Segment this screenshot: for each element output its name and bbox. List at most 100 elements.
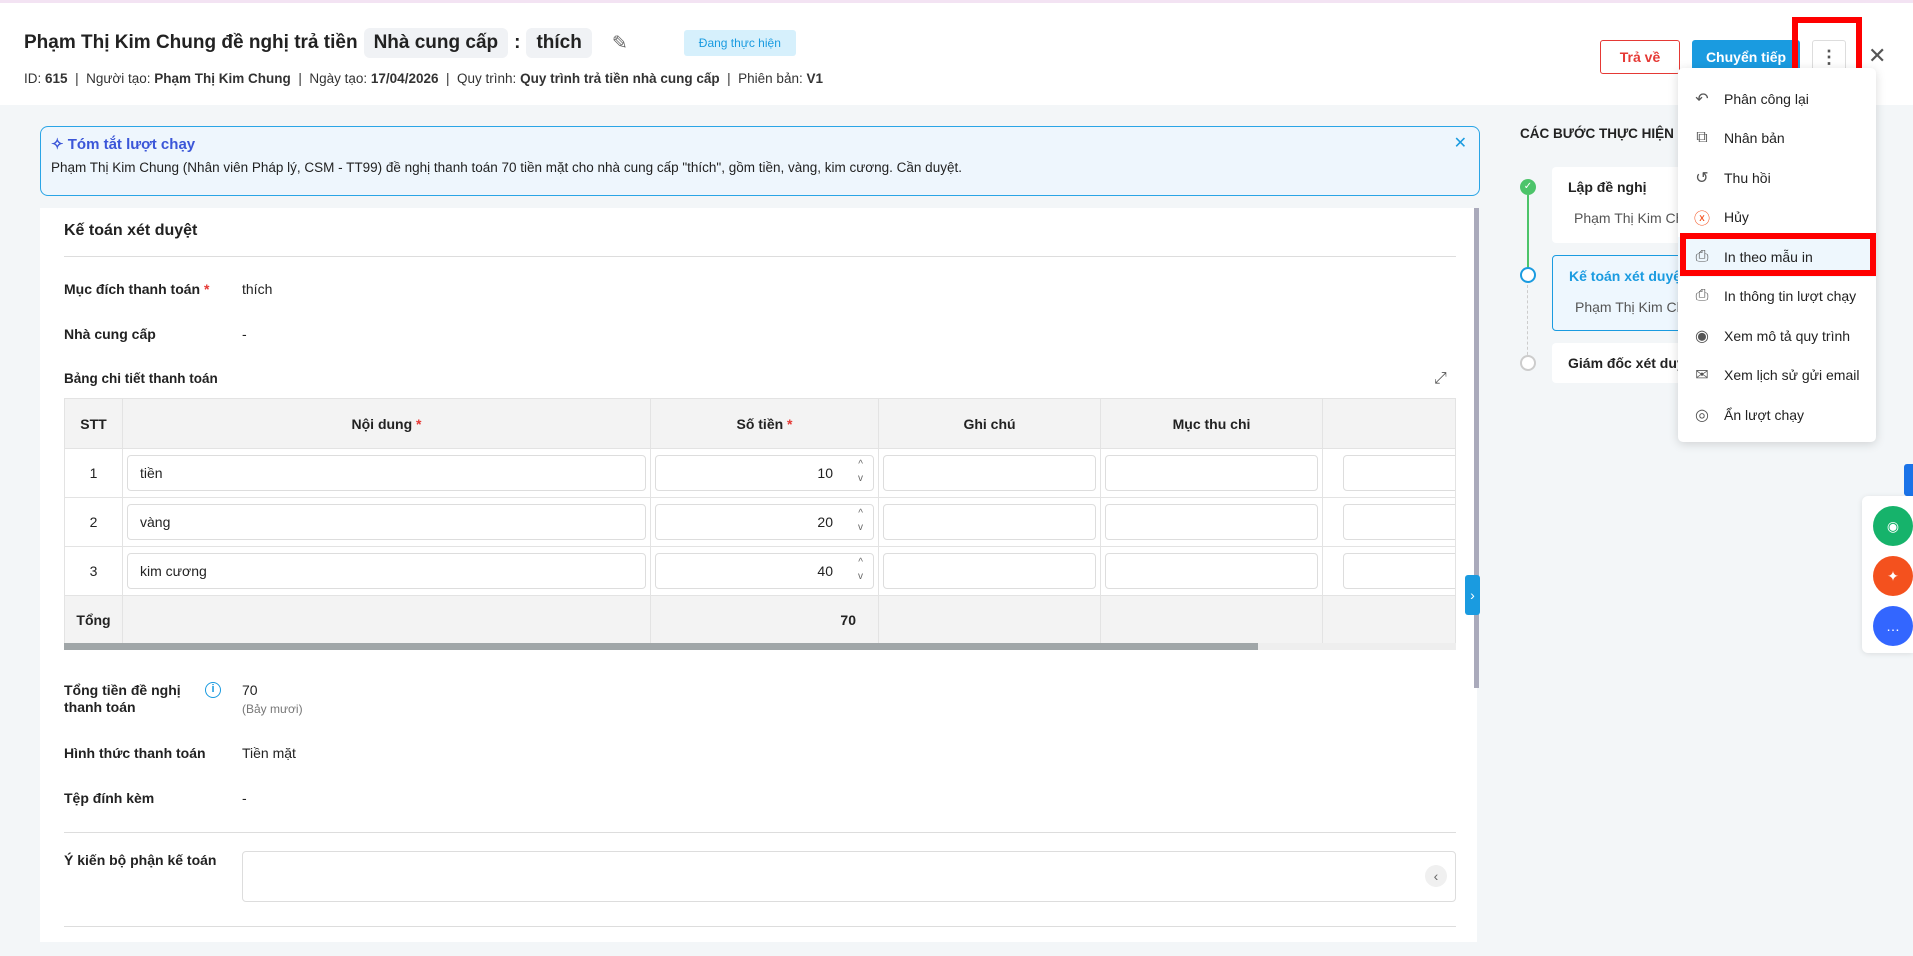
expand-icon[interactable]: ⤢ — [1434, 370, 1447, 388]
stepper-icon[interactable]: ^ v — [858, 458, 863, 486]
row-number: 2 — [64, 497, 123, 547]
opinion-label: Ý kiến bộ phận kế toán — [64, 852, 217, 868]
extra-input[interactable] — [1343, 455, 1455, 491]
stepper-icon[interactable]: ^ v — [858, 556, 863, 584]
print-icon: ⎙ — [1695, 287, 1709, 305]
page-header: Phạm Thị Kim Chung đề nghị trả tiền Nhà … — [0, 0, 1913, 105]
stepper-icon[interactable]: ^ v — [858, 507, 863, 535]
title-text: Phạm Thị Kim Chung đề nghị trả tiền — [24, 32, 358, 53]
info-icon[interactable]: i — [205, 682, 221, 698]
payment-method-label: Hình thức thanh toán — [64, 745, 206, 761]
eye-icon: ◉ — [1695, 327, 1709, 345]
summary-title: Tóm tắt lượt chạy — [67, 136, 196, 153]
sparkle-icon: ✧ — [51, 136, 64, 153]
row-number: 3 — [64, 546, 123, 596]
amount-input[interactable]: 20 ^ v — [655, 504, 874, 540]
close-summary-icon[interactable]: ✕ — [1454, 133, 1467, 153]
purpose-label: Mục đích thanh toán * — [64, 281, 210, 297]
chat-icon[interactable]: … — [1873, 606, 1913, 646]
category-input[interactable] — [1105, 455, 1318, 491]
step-card[interactable]: Giám đốc xét duyệt — [1552, 343, 1682, 383]
hide-icon: ◎ — [1695, 406, 1709, 424]
menu-item-hide-run[interactable]: ◎ Ẩn lượt chạy — [1678, 395, 1876, 435]
reassign-icon: ↶ — [1695, 90, 1709, 108]
step-current-icon — [1520, 267, 1536, 283]
divider — [64, 832, 1456, 833]
attachment-value: - — [242, 790, 247, 806]
column-header: STT — [64, 398, 123, 449]
title-colon: : — [514, 32, 521, 53]
menu-item-view-process[interactable]: ◉ Xem mô tả quy trình — [1678, 316, 1876, 356]
category-input[interactable] — [1105, 504, 1318, 540]
timeline-line — [1527, 285, 1528, 360]
summary-text: Phạm Thị Kim Chung (Nhân viên Pháp lý, C… — [51, 160, 962, 175]
bot-icon[interactable]: ◉ — [1873, 506, 1913, 546]
cancel-icon: ⓧ — [1693, 211, 1710, 229]
total-amount-words: (Bảy mươi) — [242, 702, 303, 716]
menu-item-revoke[interactable]: ↺ Thu hồi — [1678, 158, 1876, 198]
edit-pencil-icon[interactable]: ✎ — [612, 32, 628, 55]
menu-item-reassign[interactable]: ↶ Phân công lại — [1678, 79, 1876, 119]
table-row: 3 kim cương 40 ^ v — [64, 546, 1456, 596]
column-header — [1322, 398, 1456, 449]
category-input[interactable] — [1105, 553, 1318, 589]
meta-line: ID: 615 | Người tạo: Phạm Thị Kim Chung … — [24, 71, 823, 86]
step-pending-icon — [1520, 355, 1536, 371]
extra-input[interactable] — [1343, 504, 1455, 540]
supplier-value: - — [242, 326, 247, 342]
floating-widgets: ◉ ✦ … — [1862, 496, 1913, 653]
title-chip-field: Nhà cung cấp — [363, 28, 509, 58]
attachment-label: Tệp đính kèm — [64, 790, 155, 806]
timeline-line — [1527, 195, 1529, 275]
menu-item-duplicate[interactable]: ⧉ Nhân bản — [1678, 119, 1876, 159]
row-number: 1 — [64, 448, 123, 498]
close-icon[interactable]: ✕ — [1868, 43, 1886, 69]
divider — [64, 256, 1456, 257]
side-panel-tab[interactable] — [1904, 464, 1913, 496]
step-card[interactable]: Lập đề nghị Phạm Thị Kim Chung — [1552, 167, 1682, 243]
extra-input[interactable] — [1343, 553, 1455, 589]
divider — [64, 926, 1456, 927]
note-input[interactable] — [883, 455, 1096, 491]
table-horizontal-scrollbar[interactable] — [64, 643, 1456, 650]
note-input[interactable] — [883, 553, 1096, 589]
note-input[interactable] — [883, 504, 1096, 540]
status-badge: Đang thực hiện — [683, 30, 796, 56]
step-done-icon: ✓ — [1520, 179, 1536, 195]
duplicate-icon: ⧉ — [1696, 129, 1708, 147]
title-chip-value: thích — [526, 28, 592, 58]
collapse-panel-toggle[interactable]: › — [1465, 575, 1480, 615]
table-row: 2 vàng 20 ^ v — [64, 497, 1456, 547]
table-row: 1 tiền 10 ^ v — [64, 448, 1456, 498]
run-summary: ✧ Tóm tắt lượt chạy Phạm Thị Kim Chung (… — [40, 126, 1480, 196]
ai-sparkle-icon[interactable]: ✦ — [1873, 556, 1913, 596]
total-amount-label: Tổng tiền đề nghị thanh toán — [64, 682, 181, 715]
amount-input[interactable]: 10 ^ v — [655, 455, 874, 491]
payment-detail-table: STT Nội dung * Số tiền * Ghi chú Mục thu… — [64, 398, 1456, 644]
content-input[interactable]: vàng — [127, 504, 646, 540]
column-header: Mục thu chi — [1100, 398, 1323, 449]
page-title: Phạm Thị Kim Chung đề nghị trả tiền Nhà … — [24, 28, 796, 58]
chevron-left-icon[interactable]: ‹ — [1425, 865, 1447, 887]
scrollbar[interactable] — [1474, 208, 1479, 688]
section-title: Kế toán xét duyệt — [64, 222, 198, 239]
table-title: Bảng chi tiết thanh toán — [64, 371, 218, 386]
content-input[interactable]: kim cương — [127, 553, 646, 589]
menu-item-cancel[interactable]: ⓧ Hủy — [1678, 198, 1876, 238]
column-header: Số tiền * — [650, 398, 879, 449]
payment-method-value: Tiền mặt — [242, 745, 296, 761]
content-input[interactable]: tiền — [127, 455, 646, 491]
total-value: 70 — [650, 595, 879, 644]
menu-item-print-run-info[interactable]: ⎙ In thông tin lượt chạy — [1678, 277, 1876, 317]
return-button[interactable]: Trả về — [1600, 40, 1680, 74]
amount-input[interactable]: 40 ^ v — [655, 553, 874, 589]
revoke-icon: ↺ — [1695, 169, 1709, 187]
total-label: Tổng — [64, 595, 123, 644]
supplier-label: Nhà cung cấp — [64, 326, 156, 342]
steps-title: CÁC BƯỚC THỰC HIỆN — [1520, 126, 1674, 141]
opinion-textarea[interactable]: ‹ — [242, 851, 1456, 902]
table-header-row: STT Nội dung * Số tiền * Ghi chú Mục thu… — [64, 398, 1456, 449]
column-header: Ghi chú — [878, 398, 1101, 449]
menu-item-email-history[interactable]: ✉ Xem lịch sử gửi email — [1678, 356, 1876, 396]
step-card-current[interactable]: Kế toán xét duyệt Phạm Thị Kim Chung — [1552, 255, 1682, 331]
